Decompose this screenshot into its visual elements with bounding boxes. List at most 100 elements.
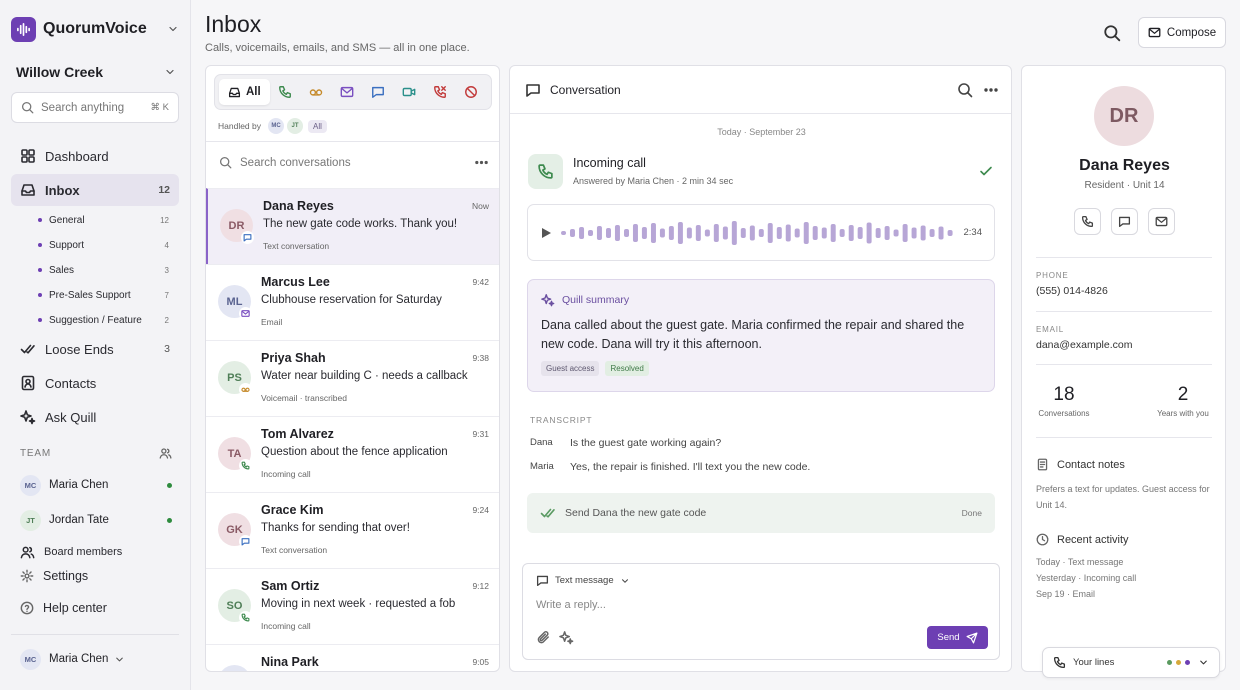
inbox-sub-general[interactable]: General 12 [38,210,169,230]
summary-title: Quill summary [562,294,630,306]
nav-settings[interactable]: Settings [20,566,170,586]
bullet-icon [38,218,42,222]
phone-icon [239,459,252,472]
inbox-sub-presales[interactable]: Pre-Sales Support 7 [38,285,169,305]
search-icon[interactable] [1103,24,1121,42]
compose-button[interactable]: Compose [1138,17,1226,48]
call-contact-button[interactable] [1074,208,1101,235]
conversation-row[interactable]: ML Marcus Lee 9:42 Clubhouse reservation fo… [206,264,499,340]
follow-up-task[interactable]: Send Dana the new gate code Done [527,493,995,533]
nav-contacts[interactable]: Contacts [11,367,179,399]
conversation-row[interactable]: DR Dana Reyes Now The new gate code works. … [206,188,499,264]
brand-switcher[interactable]: QuorumVoice [11,16,179,42]
contact-phone[interactable]: (555) 014-4826 [1036,285,1108,297]
team-member-maria-chen[interactable]: MC Maria Chen [20,473,172,497]
email-contact-button[interactable] [1148,208,1175,235]
filter-blocked[interactable] [456,79,487,105]
play-icon[interactable] [540,227,552,239]
nav-label: Help center [43,601,107,615]
filter-email[interactable] [332,79,363,105]
activity-item[interactable]: Yesterday · Incoming call [1036,573,1136,583]
nav-loose-ends[interactable]: Loose Ends 3 [11,333,179,365]
nav-ask-quill[interactable]: Ask Quill [11,401,179,433]
activity-item[interactable]: Sep 19 · Email [1036,589,1095,599]
filter-calls[interactable] [270,79,301,105]
team-member-jordan-tate[interactable]: JT Jordan Tate [20,508,172,532]
message-icon [372,86,385,98]
divider [1036,364,1212,365]
more-horizontal-icon[interactable] [474,155,489,170]
conversation-row[interactable]: TA Tom Alvarez 9:31 Question about the fenc… [206,416,499,492]
conversation-row[interactable]: NP Nina Park 9:05 [206,644,499,671]
voicemail-icon [239,383,252,396]
your-lines-label: Your lines [1073,657,1115,668]
contact-details-panel: DR Dana Reyes Resident · Unit 14 PHONE (… [1021,65,1226,672]
activity-item[interactable]: Today · Text message [1036,557,1123,567]
summary-header: Quill summary [541,293,981,307]
contact-email[interactable]: dana@example.com [1036,339,1132,351]
current-user-menu[interactable]: MC Maria Chen [20,648,125,670]
global-search-input[interactable]: Search anything ⌘ K [11,92,179,123]
nav-label: Ask Quill [45,409,97,425]
search-placeholder: Search conversations [240,156,351,169]
stat-years: 2 Years with you [1143,384,1223,418]
conversation-list-panel: All Handled by MC JT All Search conversa… [205,65,500,672]
avatar: MC [20,648,41,670]
filter-all[interactable]: All [219,79,270,105]
message-contact-button[interactable] [1111,208,1138,235]
your-lines-button[interactable]: Your lines [1042,647,1220,678]
member-name: Jordan Tate [49,514,109,526]
conversation-row[interactable]: SO Sam Ortiz 9:12 Moving in next week · req… [206,568,499,644]
paperclip-icon[interactable] [536,630,551,645]
filter-missed[interactable] [425,79,456,105]
stat-label: Years with you [1157,409,1209,418]
search-icon[interactable] [957,82,973,98]
nav-help-center[interactable]: Help center [20,598,170,618]
contact-name: Tom Alvarez [261,427,334,441]
inbox-sub-support[interactable]: Support 4 [38,235,169,255]
conversation-row[interactable]: PS Priya Shah 9:38 Water near building C · … [206,340,499,416]
mail-icon [1148,27,1161,38]
team-header-label: TEAM [20,448,51,459]
online-status-dot [167,482,172,488]
contact-avatar: DR [1094,86,1154,146]
filter-video[interactable] [394,79,425,105]
inbox-sub-sales[interactable]: Sales 3 [38,260,169,280]
waveform-icon [11,16,36,42]
bullet-icon [38,318,42,322]
chevron-down-icon [166,69,174,75]
more-horizontal-icon[interactable] [983,82,999,98]
tag-guest-access[interactable]: Guest access [541,361,600,376]
contact-name: Marcus Lee [261,275,330,289]
message-type-select[interactable]: Text message [536,574,630,587]
filter-voicemail[interactable] [301,79,332,105]
nav-board-members[interactable]: Board members [20,542,170,562]
nav-label: Inbox [45,182,80,198]
phone-icon [1081,215,1094,228]
avatar[interactable]: JT [287,118,304,134]
tag-resolved[interactable]: Resolved [605,361,649,376]
online-status-dot [167,517,172,523]
call-title: Incoming call [573,156,646,170]
filter-sms[interactable] [363,79,394,105]
search-icon [21,101,34,114]
message-icon [241,231,254,244]
sub-label: Sales [49,264,75,276]
nav-inbox[interactable]: Inbox 12 [11,174,179,206]
org-switcher[interactable]: Willow Creek [16,62,176,82]
line-status-dot [1176,660,1181,665]
search-icon [219,156,232,169]
nav-dashboard[interactable]: Dashboard [11,140,179,172]
audio-waveform[interactable] [560,218,956,248]
reply-input[interactable]: Write a reply... [536,599,606,611]
handled-by-all[interactable]: All [308,119,327,133]
avatar[interactable]: MC [268,118,285,134]
conversation-row[interactable]: GK Grace Kim 9:24 Thanks for sending that o… [206,492,499,568]
divider [11,634,179,635]
sparkles-icon[interactable] [559,630,574,645]
sparkles-icon [20,410,36,425]
users-icon[interactable] [159,447,172,460]
conversation-search[interactable]: Search conversations [219,155,489,170]
inbox-sub-suggestion[interactable]: Suggestion / Feature 2 [38,310,169,330]
send-button[interactable]: Send [927,626,988,649]
